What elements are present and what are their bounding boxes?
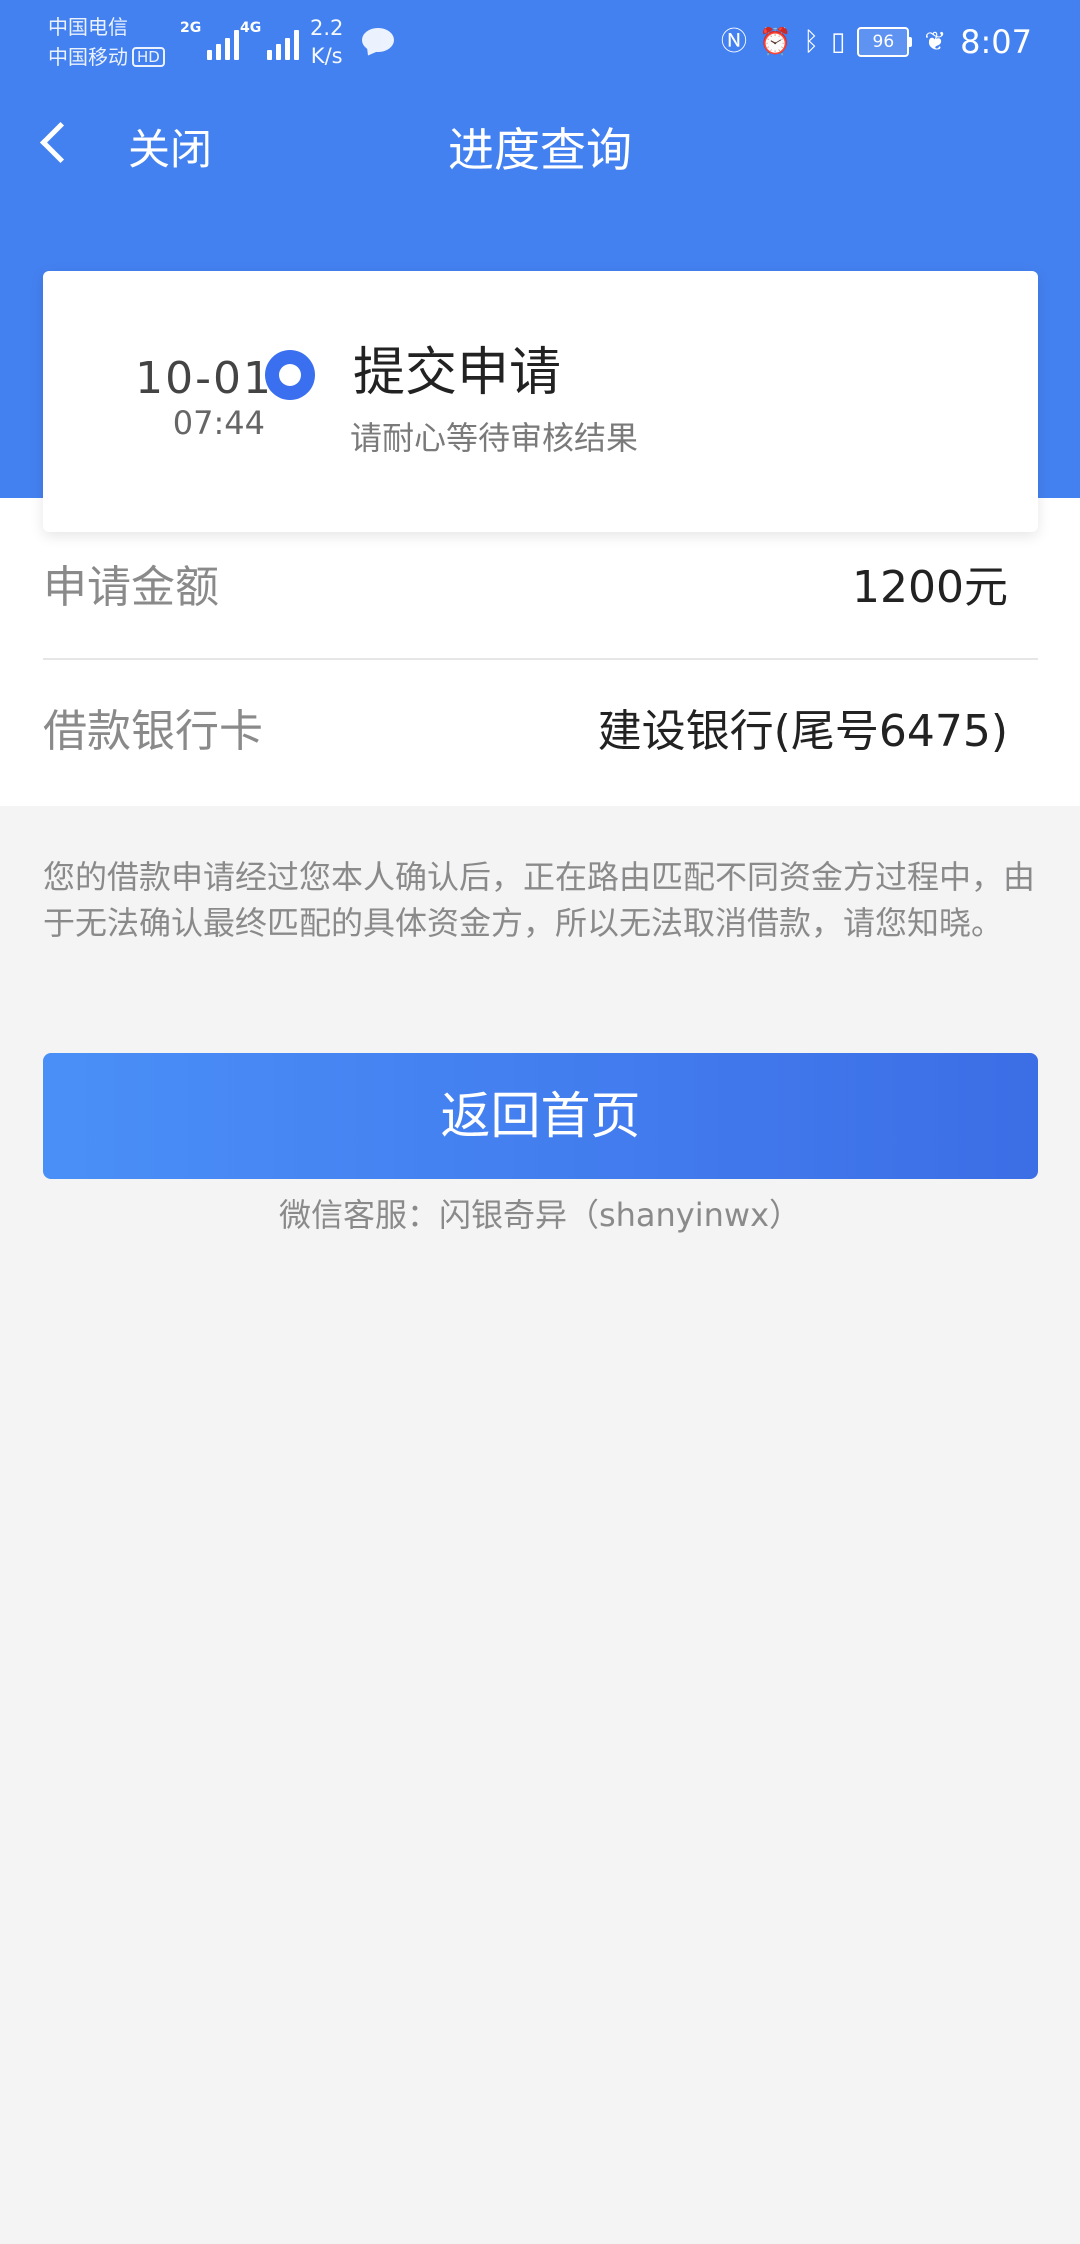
service-info: 微信客服：闪银奇异（shanyinwx） xyxy=(278,1196,802,1234)
signal-icon: 2G xyxy=(180,20,240,60)
divider xyxy=(43,658,1038,660)
progress-time: 07:44 xyxy=(172,404,265,442)
notice-text: 您的借款申请经过您本人确认后，正在路由匹配不同资金方过程中，由于无法确认最终匹配… xyxy=(43,858,1036,942)
carrier-info: 中国电信 中国移动 HD xyxy=(48,12,165,72)
bank-card-label: 借款银行卡 xyxy=(43,706,263,757)
vibrate-icon: ▯ xyxy=(831,27,846,57)
chat-icon xyxy=(362,28,394,52)
bank-card-value: 建设银行(尾号6475) xyxy=(597,706,1008,757)
alarm-icon: ⏰ xyxy=(759,27,792,57)
carrier-2: 中国移动 xyxy=(48,45,128,69)
network-type-2: 4G xyxy=(240,20,262,36)
status-icons: Ⓝ ⏰ ᛒ ▯ 96 ❦ 8:07 xyxy=(721,18,1032,66)
hd-badge: HD xyxy=(132,47,165,67)
amount-row: 申请金额 1200元 xyxy=(43,556,1038,620)
page-title: 进度查询 xyxy=(448,123,632,177)
network-speed: 2.2 K/s xyxy=(310,16,344,68)
bluetooth-icon: ᛒ xyxy=(803,27,820,57)
close-button[interactable]: 关闭 xyxy=(128,120,212,180)
bank-card-row: 借款银行卡 建设银行(尾号6475) xyxy=(43,700,1038,764)
progress-date: 10-01 xyxy=(135,353,273,404)
leaf-icon: ❦ xyxy=(924,27,947,57)
status-time: 8:07 xyxy=(960,23,1032,61)
progress-card: 10-01 07:44 提交申请 请耐心等待审核结果 xyxy=(43,271,1038,532)
battery-level: 96 xyxy=(857,27,910,57)
home-button[interactable]: 返回首页 xyxy=(43,1053,1038,1179)
progress-dot-icon xyxy=(265,350,315,400)
network-type-1: 2G xyxy=(180,20,202,36)
nfc-icon: Ⓝ xyxy=(721,27,748,57)
step-title: 提交申请 xyxy=(353,343,562,403)
status-bar: 中国电信 中国移动 HD 2G 4G 2.2 K/s Ⓝ ⏰ ᛒ ▯ 96 ❦ 8… xyxy=(0,0,1080,84)
battery-icon: 96 xyxy=(857,27,913,57)
signal-icon: 4G xyxy=(240,20,300,60)
amount-label: 申请金额 xyxy=(43,562,219,613)
carrier-1: 中国电信 xyxy=(48,15,128,39)
amount-value: 1200元 xyxy=(852,562,1008,613)
step-subtitle: 请耐心等待审核结果 xyxy=(350,419,639,457)
